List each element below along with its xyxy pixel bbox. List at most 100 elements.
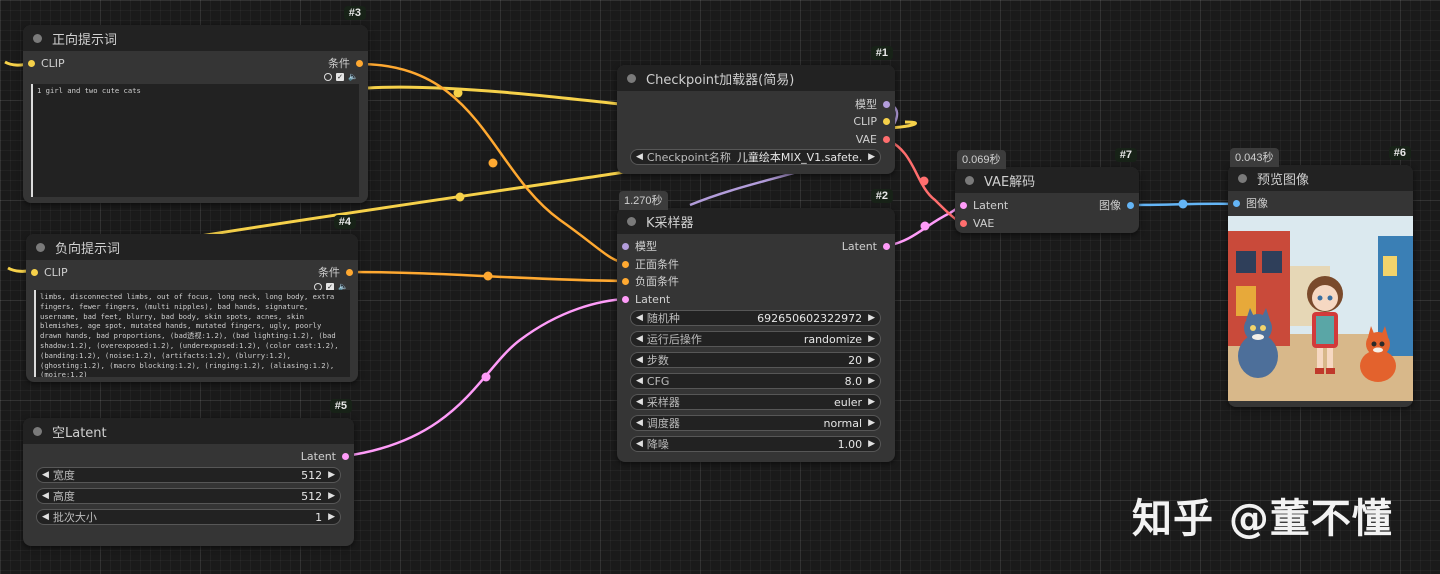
output-slot-latent[interactable]: Latent (301, 448, 354, 464)
node-checkpoint-loader[interactable]: #1 Checkpoint加载器(简易) 模型 CLIP VAE ◀ Check… (617, 46, 895, 174)
collapse-dot-icon[interactable] (33, 426, 42, 436)
arrow-left-icon[interactable]: ◀ (636, 418, 643, 428)
arrow-left-icon[interactable]: ◀ (42, 470, 49, 480)
input-slot-latent[interactable]: Latent (955, 197, 1008, 213)
arrow-left-icon[interactable]: ◀ (636, 313, 643, 323)
arrow-right-icon[interactable]: ▶ (328, 491, 335, 501)
arrow-right-icon[interactable]: ▶ (868, 152, 875, 162)
model-socket-icon[interactable] (622, 242, 629, 250)
input-slot-latent[interactable]: Latent (617, 291, 670, 307)
checkbox-icon[interactable]: ✓ (336, 72, 345, 81)
latent-socket-icon[interactable] (960, 201, 967, 209)
output-slot-vae[interactable]: VAE (856, 131, 895, 147)
scheduler-widget[interactable]: ◀ 调度器 normal ▶ (630, 415, 881, 431)
seed-widget[interactable]: ◀ 随机种 692650602322972 ▶ (630, 310, 881, 326)
arrow-left-icon[interactable]: ◀ (636, 376, 643, 386)
batch-size-widget[interactable]: ◀ 批次大小 1 ▶ (36, 509, 341, 525)
arrow-right-icon[interactable]: ▶ (868, 313, 875, 323)
input-slot-image[interactable]: 图像 (1228, 195, 1268, 211)
output-slot-image[interactable]: 图像 (1099, 197, 1139, 213)
slot-label: CLIP (41, 56, 65, 70)
input-slot-clip[interactable]: CLIP (26, 264, 68, 280)
input-slot-negative[interactable]: 负面条件 (617, 273, 679, 289)
vae-socket-icon[interactable] (883, 135, 890, 143)
speaker-icon[interactable]: 🔈 (348, 72, 358, 81)
prompt-text-input[interactable]: limbs, disconnected limbs, out of focus,… (34, 290, 350, 377)
node-title-bar[interactable]: K采样器 (617, 208, 895, 234)
slot-label: 图像 (1246, 197, 1268, 210)
arrow-left-icon[interactable]: ◀ (636, 355, 643, 365)
cfg-widget[interactable]: ◀ CFG 8.0 ▶ (630, 373, 881, 389)
arrow-right-icon[interactable]: ▶ (868, 334, 875, 344)
collapse-dot-icon[interactable] (627, 216, 636, 226)
conditioning-socket-icon[interactable] (356, 59, 363, 67)
slot-label: Latent (300, 449, 336, 463)
image-socket-icon[interactable] (1233, 199, 1240, 207)
model-socket-icon[interactable] (883, 100, 890, 108)
node-empty-latent[interactable]: #5 空Latent Latent ◀ 宽度 512 ▶ ◀ 高度 512 ▶ … (23, 399, 354, 546)
input-slot-clip[interactable]: CLIP (23, 55, 65, 71)
clip-socket-icon[interactable] (31, 268, 38, 276)
input-slot-model[interactable]: 模型 (617, 238, 657, 254)
input-slot-vae[interactable]: VAE (955, 215, 994, 231)
arrow-right-icon[interactable]: ▶ (868, 376, 875, 386)
conditioning-socket-icon[interactable] (622, 260, 629, 268)
collapse-dot-icon[interactable] (33, 33, 42, 43)
prompt-text-input[interactable]: 1 girl and two cute cats (31, 84, 359, 197)
output-slot-condition[interactable]: 条件 (328, 55, 368, 71)
latent-socket-icon[interactable] (622, 295, 629, 303)
arrow-right-icon[interactable]: ▶ (328, 512, 335, 522)
arrow-right-icon[interactable]: ▶ (868, 418, 875, 428)
control-after-generate-widget[interactable]: ◀ 运行后操作 randomize ▶ (630, 331, 881, 347)
output-slot-model[interactable]: 模型 (855, 96, 895, 112)
collapse-dot-icon[interactable] (965, 175, 974, 185)
input-slot-positive[interactable]: 正面条件 (617, 256, 679, 272)
sampler-widget[interactable]: ◀ 采样器 euler ▶ (630, 394, 881, 410)
collapse-dot-icon[interactable] (627, 73, 636, 83)
node-title-bar[interactable]: Checkpoint加载器(简易) (617, 65, 895, 91)
arrow-left-icon[interactable]: ◀ (636, 334, 643, 344)
node-title-bar[interactable]: 预览图像 (1228, 165, 1413, 191)
node-title-bar[interactable]: 正向提示词 (23, 25, 368, 51)
image-socket-icon[interactable] (1127, 201, 1134, 209)
arrow-right-icon[interactable]: ▶ (328, 470, 335, 480)
steps-widget[interactable]: ◀ 步数 20 ▶ (630, 352, 881, 368)
node-title-bar[interactable]: 负向提示词 (26, 234, 358, 260)
slot-label: Latent (973, 198, 1009, 212)
output-slot-latent[interactable]: Latent (842, 238, 895, 254)
conditioning-socket-icon[interactable] (622, 277, 629, 285)
denoise-widget[interactable]: ◀ 降噪 1.00 ▶ (630, 436, 881, 452)
arrow-right-icon[interactable]: ▶ (868, 355, 875, 365)
output-slot-condition[interactable]: 条件 (318, 264, 358, 280)
node-positive-prompt[interactable]: #3 正向提示词 CLIP 条件 ✓ 🔈 1 girl and two cute… (23, 6, 368, 203)
node-ksampler[interactable]: #2 1.270秒 K采样器 模型 正面条件 负面条件 Latent Laten… (617, 189, 895, 462)
arrow-left-icon[interactable]: ◀ (636, 152, 643, 162)
vae-socket-icon[interactable] (960, 219, 967, 227)
clip-socket-icon[interactable] (28, 59, 35, 67)
slot-label: 条件 (318, 266, 340, 279)
width-widget[interactable]: ◀ 宽度 512 ▶ (36, 467, 341, 483)
node-vae-decode[interactable]: #7 0.069秒 VAE解码 Latent VAE 图像 (955, 148, 1139, 233)
arrow-right-icon[interactable]: ▶ (868, 397, 875, 407)
circle-icon[interactable] (324, 72, 333, 81)
collapse-dot-icon[interactable] (36, 242, 45, 252)
node-title-bar[interactable]: 空Latent (23, 418, 354, 444)
arrow-right-icon[interactable]: ▶ (868, 439, 875, 449)
collapse-dot-icon[interactable] (1238, 173, 1247, 183)
arrow-left-icon[interactable]: ◀ (42, 491, 49, 501)
node-title-bar[interactable]: VAE解码 (955, 167, 1139, 193)
height-widget[interactable]: ◀ 高度 512 ▶ (36, 488, 341, 504)
latent-socket-icon[interactable] (342, 452, 349, 460)
arrow-left-icon[interactable]: ◀ (42, 512, 49, 522)
arrow-left-icon[interactable]: ◀ (636, 439, 643, 449)
node-title: VAE解码 (984, 174, 1036, 190)
arrow-left-icon[interactable]: ◀ (636, 397, 643, 407)
clip-socket-icon[interactable] (883, 117, 890, 125)
conditioning-socket-icon[interactable] (346, 268, 353, 276)
latent-socket-icon[interactable] (883, 242, 890, 250)
checkpoint-name-combo[interactable]: ◀ Checkpoint名称 儿童绘本MIX_V1.safete… ▶ (630, 149, 881, 165)
preview-image[interactable] (1228, 216, 1413, 401)
node-preview-image[interactable]: #6 0.043秒 预览图像 图像 (1228, 146, 1413, 407)
output-slot-clip[interactable]: CLIP (853, 113, 895, 129)
node-negative-prompt[interactable]: #4 负向提示词 CLIP 条件 ✓ 🔈 limbs, disconnected… (26, 215, 358, 382)
